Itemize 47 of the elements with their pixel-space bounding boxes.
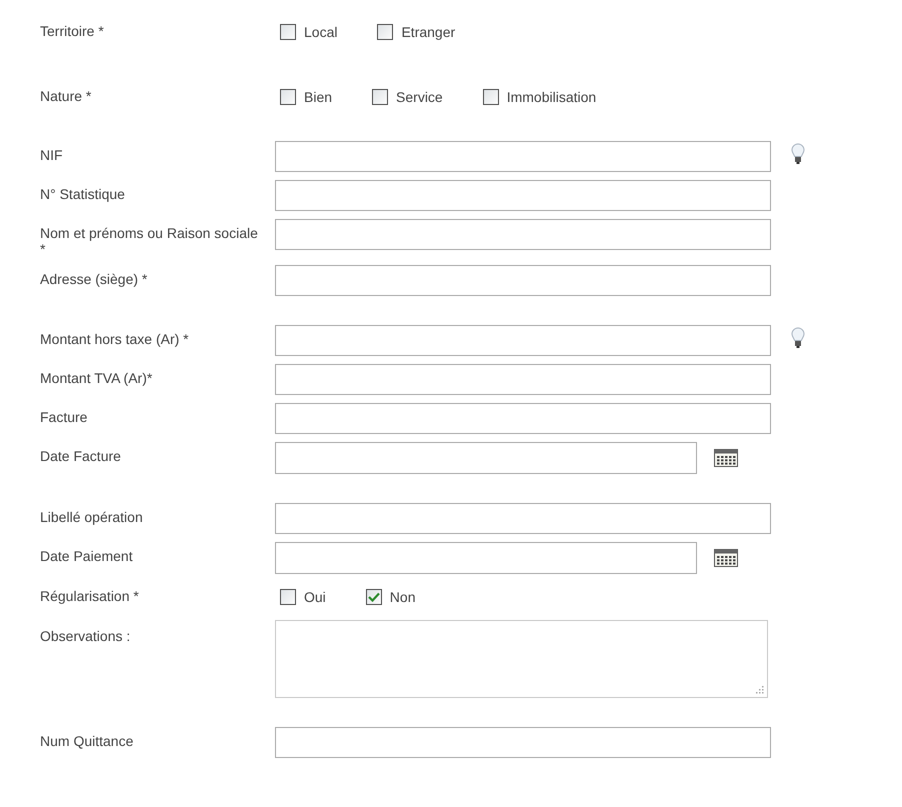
checkbox-label: Bien — [304, 88, 332, 106]
field-label: Num Quittance — [40, 733, 134, 749]
resize-grip-icon[interactable] — [755, 685, 764, 694]
text-field[interactable] — [275, 265, 771, 296]
checkbox[interactable] — [377, 24, 394, 40]
field-label: Date Paiement — [40, 548, 134, 564]
field-label: Territoire * — [40, 23, 105, 39]
text-area[interactable] — [275, 620, 768, 698]
field-label: Facture — [40, 409, 88, 425]
checkbox-label: Etranger — [401, 22, 456, 42]
checkmark-icon — [368, 592, 380, 602]
checkbox-label: Service — [396, 88, 443, 106]
lightbulb-icon[interactable] — [791, 327, 805, 349]
calendar-icon[interactable] — [714, 449, 738, 467]
checkbox[interactable] — [372, 89, 388, 105]
calendar-icon[interactable] — [714, 549, 738, 567]
field-label: N° Statistique — [40, 186, 126, 202]
field-label: Observations : — [40, 628, 132, 644]
field-label: NIF — [40, 147, 64, 163]
text-field[interactable] — [275, 141, 771, 172]
field-label: Nature * — [40, 88, 92, 104]
lightbulb-icon[interactable] — [791, 143, 805, 165]
text-field[interactable] — [275, 403, 771, 434]
text-field[interactable] — [275, 727, 771, 758]
field-label: Montant hors taxe (Ar) * — [40, 331, 190, 347]
text-field[interactable] — [275, 325, 771, 356]
checkbox[interactable] — [366, 589, 382, 605]
checkbox[interactable] — [280, 589, 296, 605]
checkbox[interactable] — [280, 89, 296, 105]
checkbox-label: Non — [390, 588, 416, 606]
text-field[interactable] — [275, 219, 771, 250]
checkbox[interactable] — [482, 89, 499, 105]
text-field[interactable] — [275, 503, 771, 534]
field-label: Date Facture — [40, 448, 122, 464]
text-field[interactable] — [275, 364, 771, 395]
checkbox-label: Oui — [304, 588, 326, 606]
checkbox-label: Immobilisation — [506, 88, 596, 106]
field-label: Nom et prénoms ou Raison sociale * — [40, 225, 259, 257]
checkbox-label: Local — [304, 22, 338, 42]
field-label: Libellé opération — [40, 509, 144, 525]
date-field[interactable] — [275, 442, 697, 474]
field-label: Adresse (siège) * — [40, 271, 148, 287]
text-field[interactable] — [275, 180, 771, 211]
field-label: Régularisation * — [40, 588, 140, 604]
date-field[interactable] — [275, 542, 697, 574]
checkbox[interactable] — [280, 24, 296, 40]
field-label: Montant TVA (Ar)* — [40, 370, 154, 386]
